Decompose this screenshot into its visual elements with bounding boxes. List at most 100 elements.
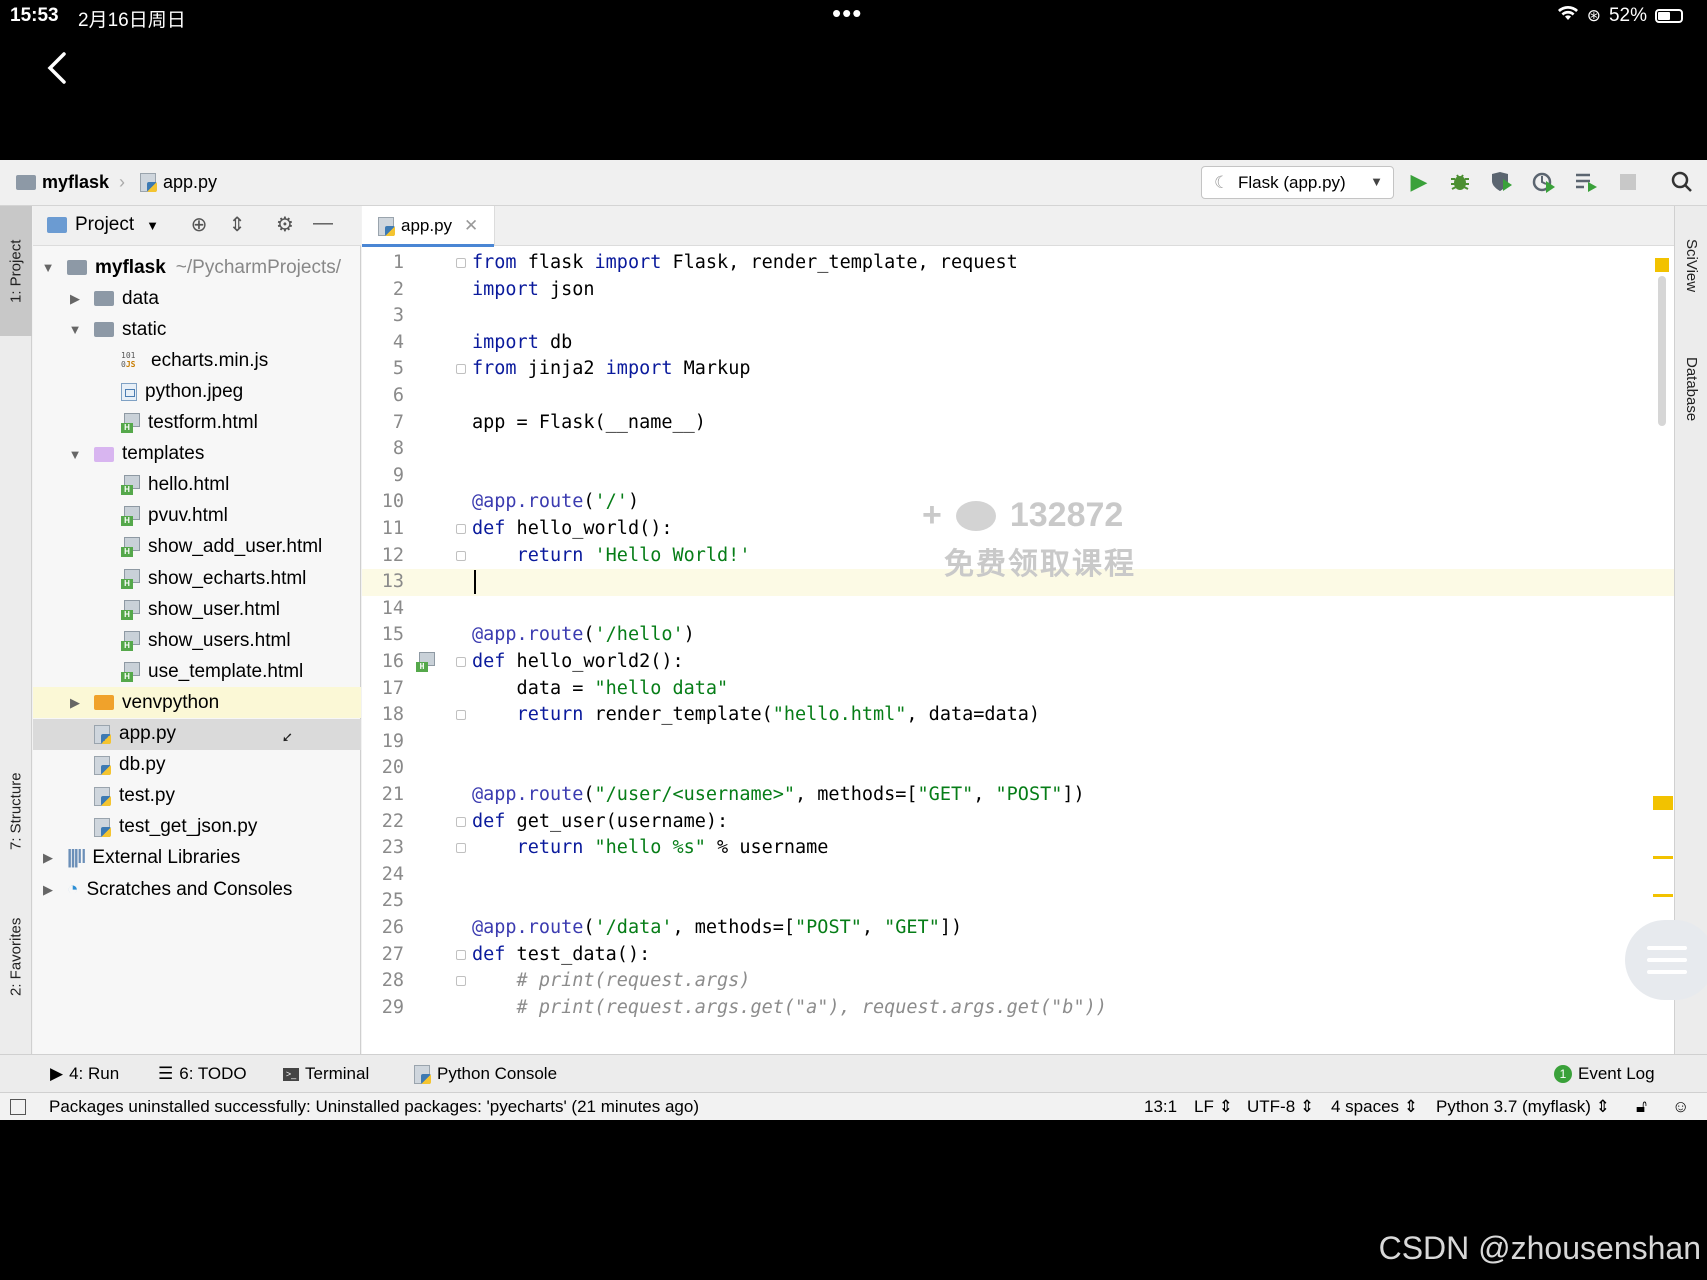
code-line[interactable]: 29 # print(request.args.get("a"), reques… bbox=[362, 995, 1674, 1022]
search-icon[interactable] bbox=[1666, 166, 1698, 198]
tree-item-static[interactable]: ▼ static bbox=[33, 314, 361, 345]
code-line[interactable]: 23 return "hello %s" % username bbox=[362, 835, 1674, 862]
toggle-tool-windows-icon[interactable] bbox=[10, 1099, 26, 1115]
tree-item-hello-html[interactable]: hello.html bbox=[33, 470, 361, 501]
code-line[interactable]: 26 @app.route('/data', methods=["POST", "… bbox=[362, 915, 1674, 942]
tree-item-test-get-json-py[interactable]: test_get_json.py bbox=[33, 812, 361, 843]
tab-favorites-tool[interactable]: 2: Favorites bbox=[0, 892, 32, 1022]
debug-icon[interactable] bbox=[1444, 166, 1476, 198]
editor-scrollbar[interactable] bbox=[1658, 276, 1666, 426]
profile-icon[interactable] bbox=[1528, 166, 1560, 198]
warning-marker[interactable] bbox=[1653, 796, 1673, 810]
lock-icon[interactable]: 🔓︎ bbox=[1636, 1097, 1647, 1117]
tab-todo[interactable]: ☰ 6: TODO bbox=[158, 1064, 247, 1084]
collapsed-arrow-icon[interactable]: ▶ bbox=[41, 882, 55, 898]
fold-marker-icon[interactable] bbox=[456, 364, 466, 375]
code-line[interactable]: 22 def get_user(username): bbox=[362, 809, 1674, 836]
multitask-dots[interactable]: ••• bbox=[832, 0, 862, 29]
code-line[interactable]: 18 return render_template("hello.html", … bbox=[362, 702, 1674, 729]
tab-structure-tool[interactable]: 7: Structure bbox=[0, 746, 32, 876]
tree-item-scratches-and-consoles[interactable]: ▶ ◔ Scratches and Consoles bbox=[33, 874, 361, 905]
code-line[interactable]: 8 bbox=[362, 436, 1674, 463]
fold-marker-icon[interactable] bbox=[456, 258, 466, 268]
inspection-status-icon[interactable] bbox=[1655, 258, 1669, 272]
code-line[interactable]: 1 from flask import Flask, render_templat… bbox=[362, 250, 1674, 277]
expanded-arrow-icon[interactable]: ▼ bbox=[68, 447, 82, 462]
code-line[interactable]: 11 def hello_world(): bbox=[362, 516, 1674, 543]
code-line[interactable]: 15 @app.route('/hello') bbox=[362, 622, 1674, 649]
code-line[interactable]: 27 def test_data(): bbox=[362, 942, 1674, 969]
project-view-selector[interactable]: Project ▼ bbox=[47, 214, 159, 236]
code-line[interactable]: 13 bbox=[362, 569, 1674, 596]
tree-item-echarts-min-js[interactable]: 101 0JS echarts.min.js bbox=[33, 345, 361, 376]
run-configuration-dropdown[interactable]: ☾ Flask (app.py) ▼ bbox=[1201, 166, 1394, 199]
tree-item-show-users-html[interactable]: show_users.html bbox=[33, 625, 361, 656]
inspector-icon[interactable]: ☺ bbox=[1672, 1097, 1689, 1117]
run-concurrency-icon[interactable] bbox=[1570, 166, 1602, 198]
indent-selector[interactable]: 4 spaces ⇕ bbox=[1331, 1097, 1418, 1117]
fold-marker-icon[interactable] bbox=[456, 710, 466, 721]
fold-marker-icon[interactable] bbox=[456, 524, 466, 534]
tab-sciview[interactable]: SciView bbox=[1675, 216, 1707, 316]
run-icon[interactable]: ▶ bbox=[1403, 166, 1435, 198]
tree-item-test-py[interactable]: test.py bbox=[33, 781, 361, 812]
fold-marker-icon[interactable] bbox=[456, 949, 466, 960]
code-line[interactable]: 2 import json bbox=[362, 277, 1674, 304]
locate-file-icon[interactable]: ⊕ bbox=[185, 212, 213, 240]
encoding-selector[interactable]: UTF-8 ⇕ bbox=[1247, 1097, 1314, 1117]
run-with-coverage-icon[interactable] bbox=[1486, 166, 1518, 198]
tree-item-use-template-html[interactable]: use_template.html bbox=[33, 656, 361, 687]
code-line[interactable]: 9 bbox=[362, 463, 1674, 490]
line-separator-selector[interactable]: LF ⇕ bbox=[1194, 1097, 1233, 1117]
code-line[interactable]: 24 bbox=[362, 862, 1674, 889]
code-line[interactable]: 20 bbox=[362, 755, 1674, 782]
tree-item-venvpython[interactable]: ▶ venvpython bbox=[33, 687, 361, 719]
fold-marker-icon[interactable] bbox=[456, 976, 466, 987]
collapsed-arrow-icon[interactable]: ▶ bbox=[68, 291, 82, 307]
tab-database[interactable]: Database bbox=[1675, 334, 1707, 444]
tab-python-console[interactable]: Python Console bbox=[414, 1064, 557, 1084]
event-log-button[interactable]: 1 Event Log bbox=[1554, 1064, 1655, 1084]
code-line[interactable]: 17 data = "hello data" bbox=[362, 676, 1674, 703]
back-chevron-icon[interactable] bbox=[44, 50, 78, 94]
tab-run[interactable]: ▶ 4: Run bbox=[50, 1064, 119, 1084]
minimize-icon[interactable]: — bbox=[309, 212, 337, 240]
close-icon[interactable]: ✕ bbox=[464, 216, 478, 236]
template-gutter-icon[interactable] bbox=[416, 652, 436, 672]
tree-item-db-py[interactable]: db.py bbox=[33, 750, 361, 781]
tree-item-pvuv-html[interactable]: pvuv.html bbox=[33, 501, 361, 532]
breadcrumb-project[interactable]: myflask › bbox=[16, 172, 125, 193]
tree-item-show-echarts-html[interactable]: show_echarts.html bbox=[33, 563, 361, 594]
tree-item-myflask[interactable]: ▼ myflask ~/PycharmProjects/ bbox=[33, 252, 361, 283]
fold-marker-icon[interactable] bbox=[456, 550, 466, 561]
caret-position[interactable]: 13:1 bbox=[1144, 1097, 1177, 1117]
tree-item-app-py[interactable]: app.py bbox=[33, 718, 361, 750]
code-line[interactable]: 4 import db bbox=[362, 330, 1674, 357]
code-line[interactable]: 10 @app.route('/') bbox=[362, 489, 1674, 516]
fold-marker-icon[interactable] bbox=[456, 816, 466, 827]
tree-item-testform-html[interactable]: testform.html bbox=[33, 408, 361, 439]
tab-terminal[interactable]: >_ Terminal bbox=[283, 1064, 369, 1084]
breadcrumb-file[interactable]: app.py bbox=[140, 172, 217, 193]
fold-marker-icon[interactable] bbox=[456, 843, 466, 854]
code-line[interactable]: 7 app = Flask(__name__) bbox=[362, 410, 1674, 437]
tab-project-tool[interactable]: 1: Project bbox=[0, 206, 32, 336]
code-line[interactable]: 28 # print(request.args) bbox=[362, 968, 1674, 995]
code-line[interactable]: 5 from jinja2 import Markup bbox=[362, 356, 1674, 383]
fold-marker-icon[interactable] bbox=[456, 657, 466, 667]
tree-item-show-user-html[interactable]: show_user.html bbox=[33, 594, 361, 625]
tab-app-py[interactable]: app.py ✕ bbox=[362, 206, 496, 247]
status-message[interactable]: Packages uninstalled successfully: Unins… bbox=[49, 1097, 699, 1117]
stop-icon[interactable] bbox=[1612, 166, 1644, 198]
tree-item-show-add-user-html[interactable]: show_add_user.html bbox=[33, 532, 361, 563]
warning-marker[interactable] bbox=[1653, 894, 1673, 897]
code-line[interactable]: 6 bbox=[362, 383, 1674, 410]
code-line[interactable]: 3 bbox=[362, 303, 1674, 330]
code-editor[interactable]: 1 from flask import Flask, render_templat… bbox=[362, 250, 1674, 1026]
tree-item-data[interactable]: ▶ data bbox=[33, 283, 361, 314]
warning-marker[interactable] bbox=[1653, 856, 1673, 859]
expanded-arrow-icon[interactable]: ▼ bbox=[68, 322, 82, 337]
code-line[interactable]: 21 @app.route("/user/<username>", methods… bbox=[362, 782, 1674, 809]
tree-item-external-libraries[interactable]: ▶ |||‖ External Libraries bbox=[33, 843, 361, 874]
collapse-all-icon[interactable]: ⇕ bbox=[223, 212, 251, 240]
